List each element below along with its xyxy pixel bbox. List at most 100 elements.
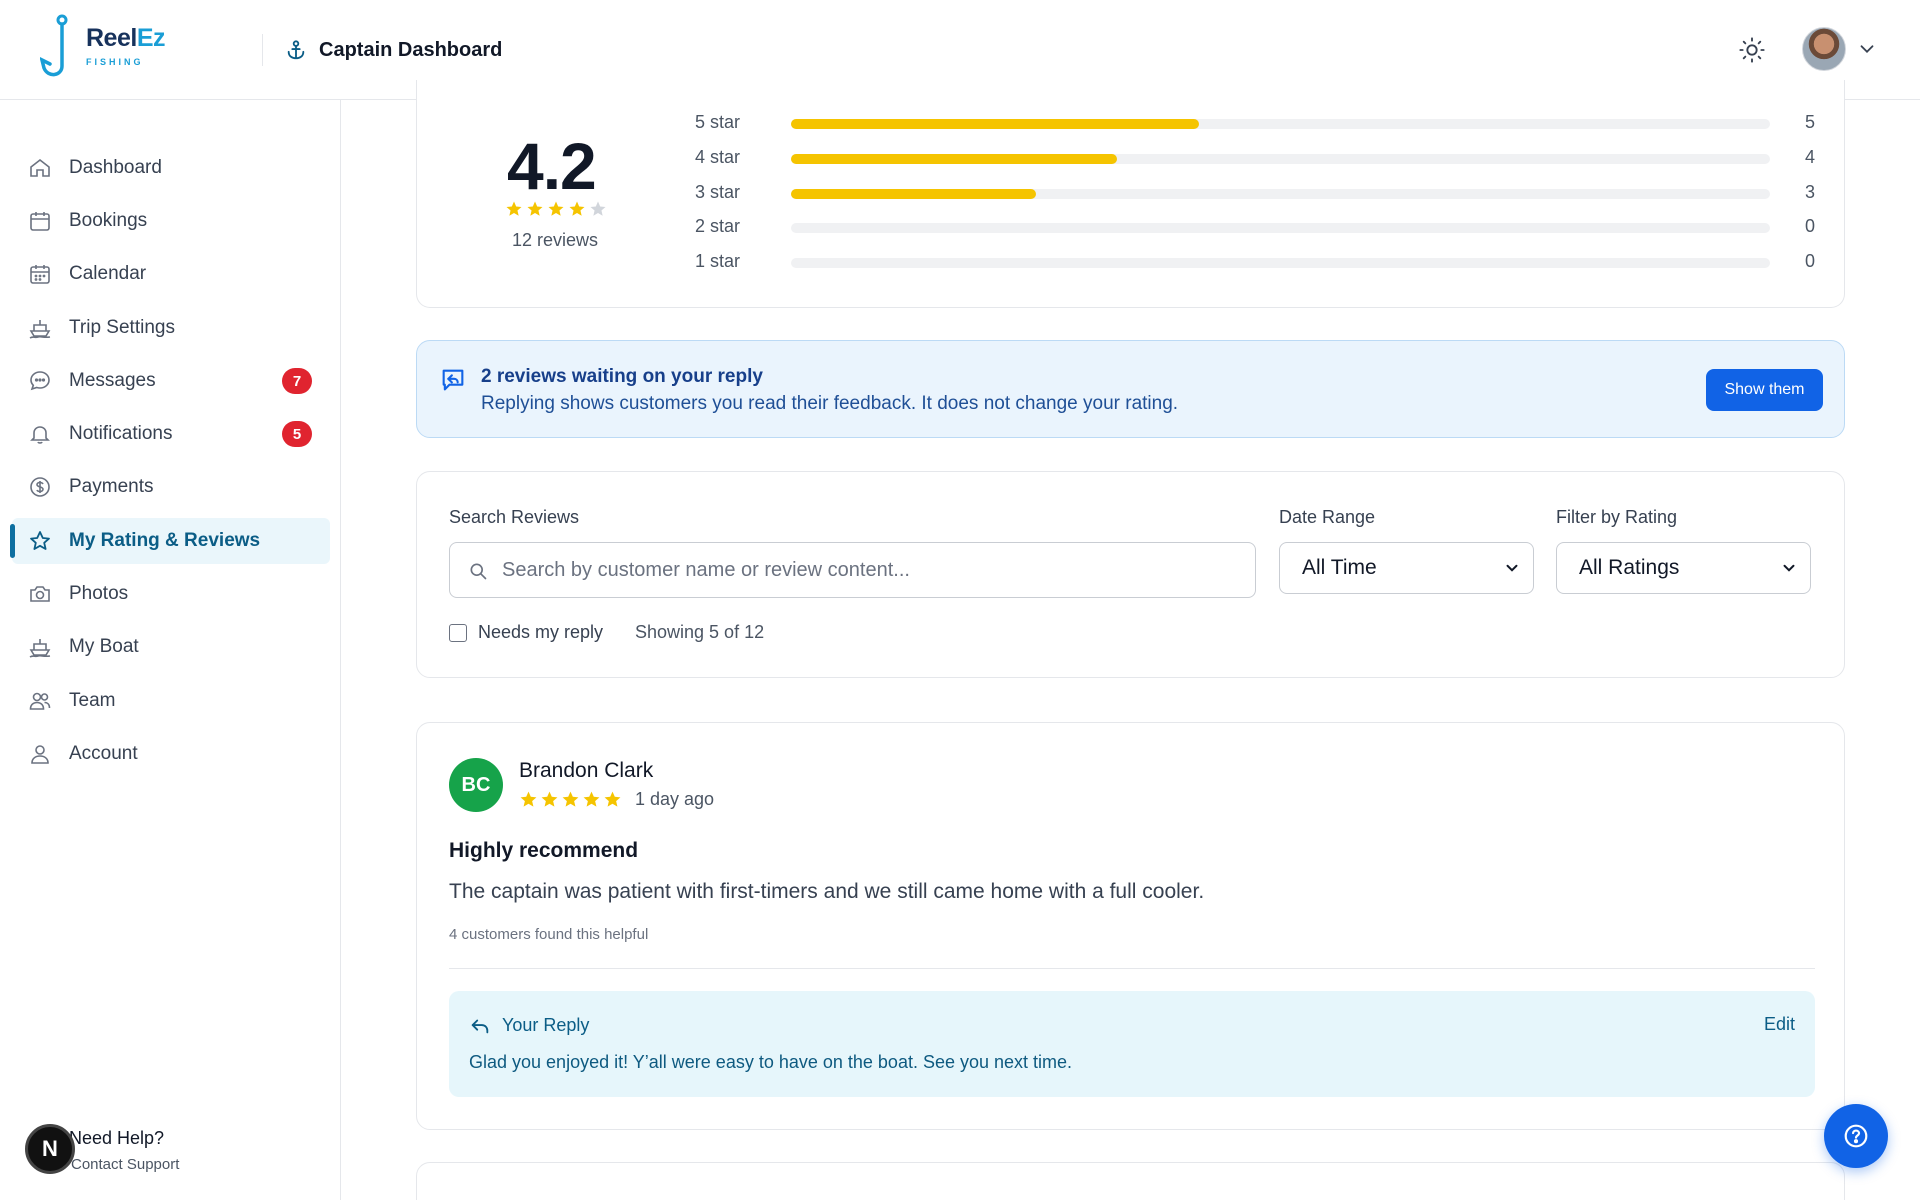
bell-icon [30,426,50,444]
star-empty-icon [590,201,606,216]
your-reply-box: Your Reply Edit Glad you enjoyed it! Y’a… [449,991,1815,1097]
rating-bar-fill [791,189,1036,199]
notice-title: 2 reviews waiting on your reply [481,366,763,387]
review-stars [519,790,622,809]
rating-breakdown-row: 2 star 0 [695,216,1815,236]
notice-text: Replying shows customers you read their … [481,393,1179,414]
boat-icon [29,639,51,658]
reply-arrow-icon [471,1019,489,1034]
average-rating: 4.2 [507,129,597,203]
date-range-select[interactable]: All Time [1279,542,1534,594]
reelez-logo[interactable]: ReelEz FISHING [40,14,180,84]
reply-heading: Your Reply [502,1015,590,1035]
help-contact-support[interactable]: Need Help? Contact Support N [25,1124,325,1180]
star-filled-icon [527,201,543,216]
home-icon [30,158,50,177]
pending-replies-notice: 2 reviews waiting on your reply Replying… [416,340,1845,438]
rating-filter-label: Filter by Rating [1556,507,1678,527]
n-badge[interactable]: N [25,1124,75,1174]
star-filled-icon [506,201,522,216]
notifications-badge: 5 [282,421,312,447]
rating-bar-track [791,189,1770,199]
rating-bar-track [791,223,1770,233]
help-subtitle: Contact Support [71,1156,180,1173]
calendar-grid-icon [30,265,50,284]
rating-bar-track [791,154,1770,164]
average-rating-stars [505,200,607,218]
search-label: Search Reviews [449,507,580,527]
sidebar-item-my-rating-reviews[interactable]: My Rating & Reviews [10,518,330,564]
dollar-icon [30,477,50,497]
brand-name: ReelEz [86,24,166,52]
chevron-down-icon [1506,564,1518,572]
show-them-button[interactable]: Show them [1706,369,1823,411]
header-divider [262,34,263,66]
reviewer-name: Brandon Clark [519,759,654,782]
search-input[interactable] [502,551,1242,589]
calendar-icon [30,212,50,231]
sidebar-item-messages[interactable]: Messages 7 [12,358,330,404]
star-filled-icon [520,791,537,807]
reviewer-avatar: BC [449,758,503,812]
rating-breakdown-row: 3 star 3 [695,182,1815,202]
camera-icon [30,586,50,602]
divider [449,968,1815,969]
page-title: Captain Dashboard [285,34,502,66]
search-field[interactable] [449,542,1256,598]
sidebar-item-photos[interactable]: Photos [12,571,330,617]
results-count: Showing 5 of 12 [635,622,765,642]
rating-breakdown-row: 5 star 5 [695,112,1815,132]
star-filled-icon [583,791,600,807]
rating-summary-card: 4.2 12 reviews 5 star 5 4 star 4 3 star … [416,80,1845,308]
theme-toggle-sun-icon[interactable] [1738,36,1766,64]
help-fab-button[interactable] [1824,1104,1888,1168]
review-card [416,1162,1845,1200]
sidebar-item-account[interactable]: Account [12,731,330,777]
rating-bar-track [791,119,1770,129]
date-range-label: Date Range [1279,507,1376,527]
rating-bar-fill [791,154,1117,164]
sidebar-item-trip-settings[interactable]: Trip Settings [12,305,330,351]
rating-bar-fill [791,119,1200,129]
rating-filter-select[interactable]: All Ratings [1556,542,1811,594]
chevron-down-icon [1783,564,1795,572]
sidebar-item-my-boat[interactable]: My Boat [12,624,330,670]
edit-reply-button[interactable]: Edit [1764,1014,1795,1035]
sidebar-item-calendar[interactable]: Calendar [12,251,330,297]
star-filled-icon [548,201,564,216]
sidebar-item-notifications[interactable]: Notifications 5 [12,411,330,457]
reply-text: Glad you enjoyed it! Y’all were easy to … [469,1052,1073,1072]
star-filled-icon [562,791,579,807]
chat-icon [30,371,50,391]
star-filled-icon [604,791,621,807]
sidebar-item-dashboard[interactable]: Dashboard [12,145,330,191]
rating-breakdown-row: 4 star 4 [695,147,1815,167]
sidebar-item-bookings[interactable]: Bookings [12,198,330,244]
chevron-down-icon[interactable] [1856,38,1878,60]
anchor-icon [287,40,305,60]
fish-hook-icon [40,14,68,77]
rating-bar-track [791,258,1770,268]
sidebar-item-payments[interactable]: Payments [12,464,330,510]
review-helpful-count: 4 customers found this helpful [449,926,649,943]
user-avatar[interactable] [1802,27,1846,71]
review-time: 1 day ago [635,789,715,809]
brand-tagline: FISHING [86,57,144,67]
review-filters-card: Search Reviews Date Range All Time Filte… [416,471,1845,678]
rating-breakdown-row: 1 star 0 [695,251,1815,271]
help-circle-icon [1844,1124,1868,1148]
review-body: The captain was patient with first-timer… [449,880,1205,903]
needs-reply-checkbox[interactable] [449,624,467,642]
reply-message-icon [442,369,464,391]
review-count: 12 reviews [512,230,599,250]
review-card: BC Brandon Clark 1 day ago Highly recomm… [416,722,1845,1130]
sidebar: Dashboard Bookings Calendar Trip Setting… [0,100,341,1200]
user-icon [31,745,49,764]
users-icon [29,692,51,710]
star-icon [30,531,50,550]
messages-badge: 7 [282,368,312,394]
boat-icon [29,320,51,339]
needs-reply-label[interactable]: Needs my reply [478,622,603,643]
review-title: Highly recommend [449,839,639,862]
sidebar-item-team[interactable]: Team [12,678,330,724]
